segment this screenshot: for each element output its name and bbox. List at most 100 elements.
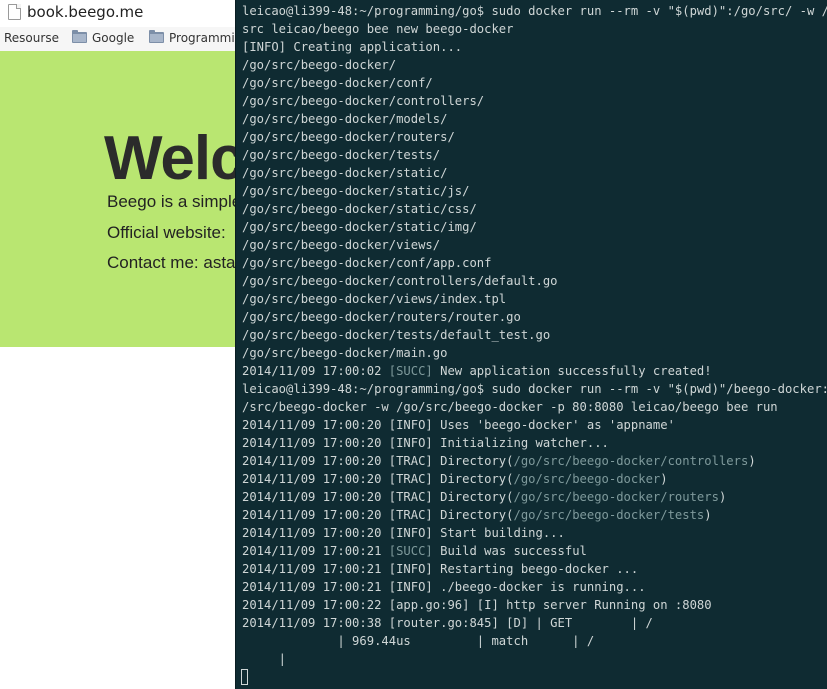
- terminal-text: /go/src/beego-docker/tests/default_test.…: [242, 328, 551, 342]
- terminal-line: 2014/11/09 17:00:21 [INFO] Restarting be…: [242, 560, 826, 578]
- address-bar[interactable]: book.beego.me: [0, 0, 240, 28]
- folder-icon: [72, 30, 87, 43]
- terminal-window[interactable]: leicao@li399-48:~/programming/go$ sudo d…: [235, 0, 827, 689]
- terminal-line: 2014/11/09 17:00:02 [SUCC] New applicati…: [242, 362, 826, 380]
- terminal-text: /go/src/beego-docker/routers/router.go: [242, 310, 521, 324]
- bookmarks-bar: Resourse Google Programming: [0, 27, 250, 52]
- bookmark-label: Google: [92, 31, 135, 45]
- terminal-text: /go/src/beego-docker/controllers: [513, 454, 749, 468]
- terminal-line: /go/src/beego-docker/conf/: [242, 74, 826, 92]
- terminal-text: /go/src/beego-docker/views/index.tpl: [242, 292, 507, 306]
- terminal-text: 2014/11/09 17:00:20 [TRAC] Directory(: [242, 490, 514, 504]
- terminal-line: 2014/11/09 17:00:20 [TRAC] Directory(/go…: [242, 488, 826, 506]
- terminal-text: [SUCC]: [388, 544, 433, 558]
- terminal-line: /go/src/beego-docker/static/css/: [242, 200, 826, 218]
- terminal-line: 2014/11/09 17:00:20 [INFO] Uses 'beego-d…: [242, 416, 826, 434]
- terminal-text: /go/src/beego-docker/static/: [242, 166, 448, 180]
- terminal-line: /go/src/beego-docker/routers/: [242, 128, 826, 146]
- hero-banner: Welcome Beego is a simple Official websi…: [0, 51, 240, 347]
- terminal-line: /go/src/beego-docker/tests/default_test.…: [242, 326, 826, 344]
- terminal-text: /go/src/beego-docker/static/js/: [242, 184, 470, 198]
- terminal-text: leicao@li399-48:~/programming/go$ sudo d…: [242, 382, 827, 396]
- terminal-cursor: [241, 669, 248, 685]
- terminal-line: /go/src/beego-docker/views/index.tpl: [242, 290, 826, 308]
- terminal-output: leicao@li399-48:~/programming/go$ sudo d…: [242, 2, 827, 668]
- terminal-line: 2014/11/09 17:00:20 [TRAC] Directory(/go…: [242, 452, 826, 470]
- terminal-line: /go/src/beego-docker/controllers/default…: [242, 272, 826, 290]
- terminal-text: 2014/11/09 17:00:21: [242, 544, 389, 558]
- terminal-text: 2014/11/09 17:00:21 [INFO] Restarting be…: [242, 562, 639, 576]
- terminal-text: /go/src/beego-docker/main.go: [242, 346, 448, 360]
- terminal-line: /go/src/beego-docker/conf/app.conf: [242, 254, 826, 272]
- terminal-text: /go/src/beego-docker/controllers/default…: [242, 274, 558, 288]
- terminal-text: 2014/11/09 17:00:38 [router.go:845] [D] …: [242, 616, 653, 630]
- terminal-line: /go/src/beego-docker/tests/: [242, 146, 826, 164]
- terminal-text: | 969.44us | match | /: [242, 634, 595, 648]
- terminal-line: 2014/11/09 17:00:20 [TRAC] Directory(/go…: [242, 470, 826, 488]
- terminal-text: 2014/11/09 17:00:20 [TRAC] Directory(: [242, 472, 514, 486]
- terminal-text: /go/src/beego-docker/static/css/: [242, 202, 477, 216]
- terminal-line: /go/src/beego-docker/views/: [242, 236, 826, 254]
- terminal-line: | 969.44us | match | /: [242, 632, 826, 650]
- terminal-text: /go/src/beego-docker: [513, 472, 661, 486]
- terminal-text: /go/src/beego-docker/: [242, 58, 397, 72]
- terminal-text: /go/src/beego-docker/routers: [513, 490, 719, 504]
- terminal-text: 2014/11/09 17:00:20 [TRAC] Directory(: [242, 454, 514, 468]
- terminal-line: /src/beego-docker -w /go/src/beego-docke…: [242, 398, 826, 416]
- terminal-line: /go/src/beego-docker/: [242, 56, 826, 74]
- terminal-line: 2014/11/09 17:00:38 [router.go:845] [D] …: [242, 614, 826, 632]
- terminal-line: |: [242, 650, 826, 668]
- hero-website: Official website:: [107, 223, 226, 242]
- terminal-text: 2014/11/09 17:00:20 [INFO] Start buildin…: [242, 526, 565, 540]
- terminal-text: [INFO] Creating application...: [242, 40, 463, 54]
- hero-contact: Contact me: asta: [107, 253, 236, 272]
- terminal-text: ): [704, 508, 712, 522]
- terminal-line: [INFO] Creating application...: [242, 38, 826, 56]
- terminal-text: leicao@li399-48:~/programming/go$ sudo d…: [242, 4, 827, 18]
- terminal-line: leicao@li399-48:~/programming/go$ sudo d…: [242, 2, 827, 20]
- terminal-line: 2014/11/09 17:00:21 [INFO] ./beego-docke…: [242, 578, 826, 596]
- terminal-text: Build was successful: [432, 544, 587, 558]
- terminal-line: /go/src/beego-docker/models/: [242, 110, 826, 128]
- terminal-text: ): [718, 490, 727, 504]
- terminal-text: 2014/11/09 17:00:20 [TRAC] Directory(: [242, 508, 514, 522]
- folder-icon: [149, 30, 164, 43]
- terminal-text: /go/src/beego-docker/routers/: [242, 130, 455, 144]
- terminal-line: /go/src/beego-docker/controllers/: [242, 92, 826, 110]
- terminal-text: /go/src/beego-docker/controllers/: [242, 94, 485, 108]
- terminal-line: /go/src/beego-docker/static/: [242, 164, 826, 182]
- terminal-text: New application successfully created!: [432, 364, 712, 378]
- terminal-text: |: [242, 652, 287, 666]
- terminal-text: /go/src/beego-docker/views/: [242, 238, 441, 252]
- terminal-text: /go/src/beego-docker/conf/app.conf: [242, 256, 492, 270]
- bookmark-google[interactable]: Google: [72, 30, 135, 45]
- terminal-text: /go/src/beego-docker/conf/: [242, 76, 433, 90]
- terminal-text: /go/src/beego-docker/tests: [513, 508, 705, 522]
- terminal-text: src leicao/beego bee new beego-docker: [242, 22, 514, 36]
- terminal-text: 2014/11/09 17:00:02: [242, 364, 389, 378]
- bookmark-label: Resourse: [4, 31, 59, 45]
- terminal-line: /go/src/beego-docker/static/js/: [242, 182, 826, 200]
- terminal-line: /go/src/beego-docker/static/img/: [242, 218, 826, 236]
- terminal-text: /src/beego-docker -w /go/src/beego-docke…: [242, 400, 778, 414]
- terminal-line: 2014/11/09 17:00:22 [app.go:96] [I] http…: [242, 596, 826, 614]
- terminal-text: ): [660, 472, 668, 486]
- bookmark-resourse[interactable]: Resourse: [4, 31, 59, 45]
- terminal-line: 2014/11/09 17:00:20 [TRAC] Directory(/go…: [242, 506, 826, 524]
- terminal-text: [SUCC]: [388, 364, 433, 378]
- terminal-line: 2014/11/09 17:00:21 [SUCC] Build was suc…: [242, 542, 826, 560]
- terminal-text: ): [748, 454, 756, 468]
- url-text[interactable]: book.beego.me: [27, 3, 143, 21]
- terminal-line: 2014/11/09 17:00:20 [INFO] Start buildin…: [242, 524, 826, 542]
- terminal-text: 2014/11/09 17:00:21 [INFO] ./beego-docke…: [242, 580, 646, 594]
- terminal-text: 2014/11/09 17:00:22 [app.go:96] [I] http…: [242, 598, 712, 612]
- terminal-text: /go/src/beego-docker/models/: [242, 112, 448, 126]
- terminal-text: 2014/11/09 17:00:20 [INFO] Uses 'beego-d…: [242, 418, 675, 432]
- terminal-text: /go/src/beego-docker/static/img/: [242, 220, 477, 234]
- terminal-text: 2014/11/09 17:00:20 [INFO] Initializing …: [242, 436, 609, 450]
- page-icon: [8, 4, 21, 20]
- terminal-line: /go/src/beego-docker/routers/router.go: [242, 308, 826, 326]
- terminal-line: /go/src/beego-docker/main.go: [242, 344, 826, 362]
- terminal-line: 2014/11/09 17:00:20 [INFO] Initializing …: [242, 434, 826, 452]
- terminal-line: leicao@li399-48:~/programming/go$ sudo d…: [242, 380, 827, 398]
